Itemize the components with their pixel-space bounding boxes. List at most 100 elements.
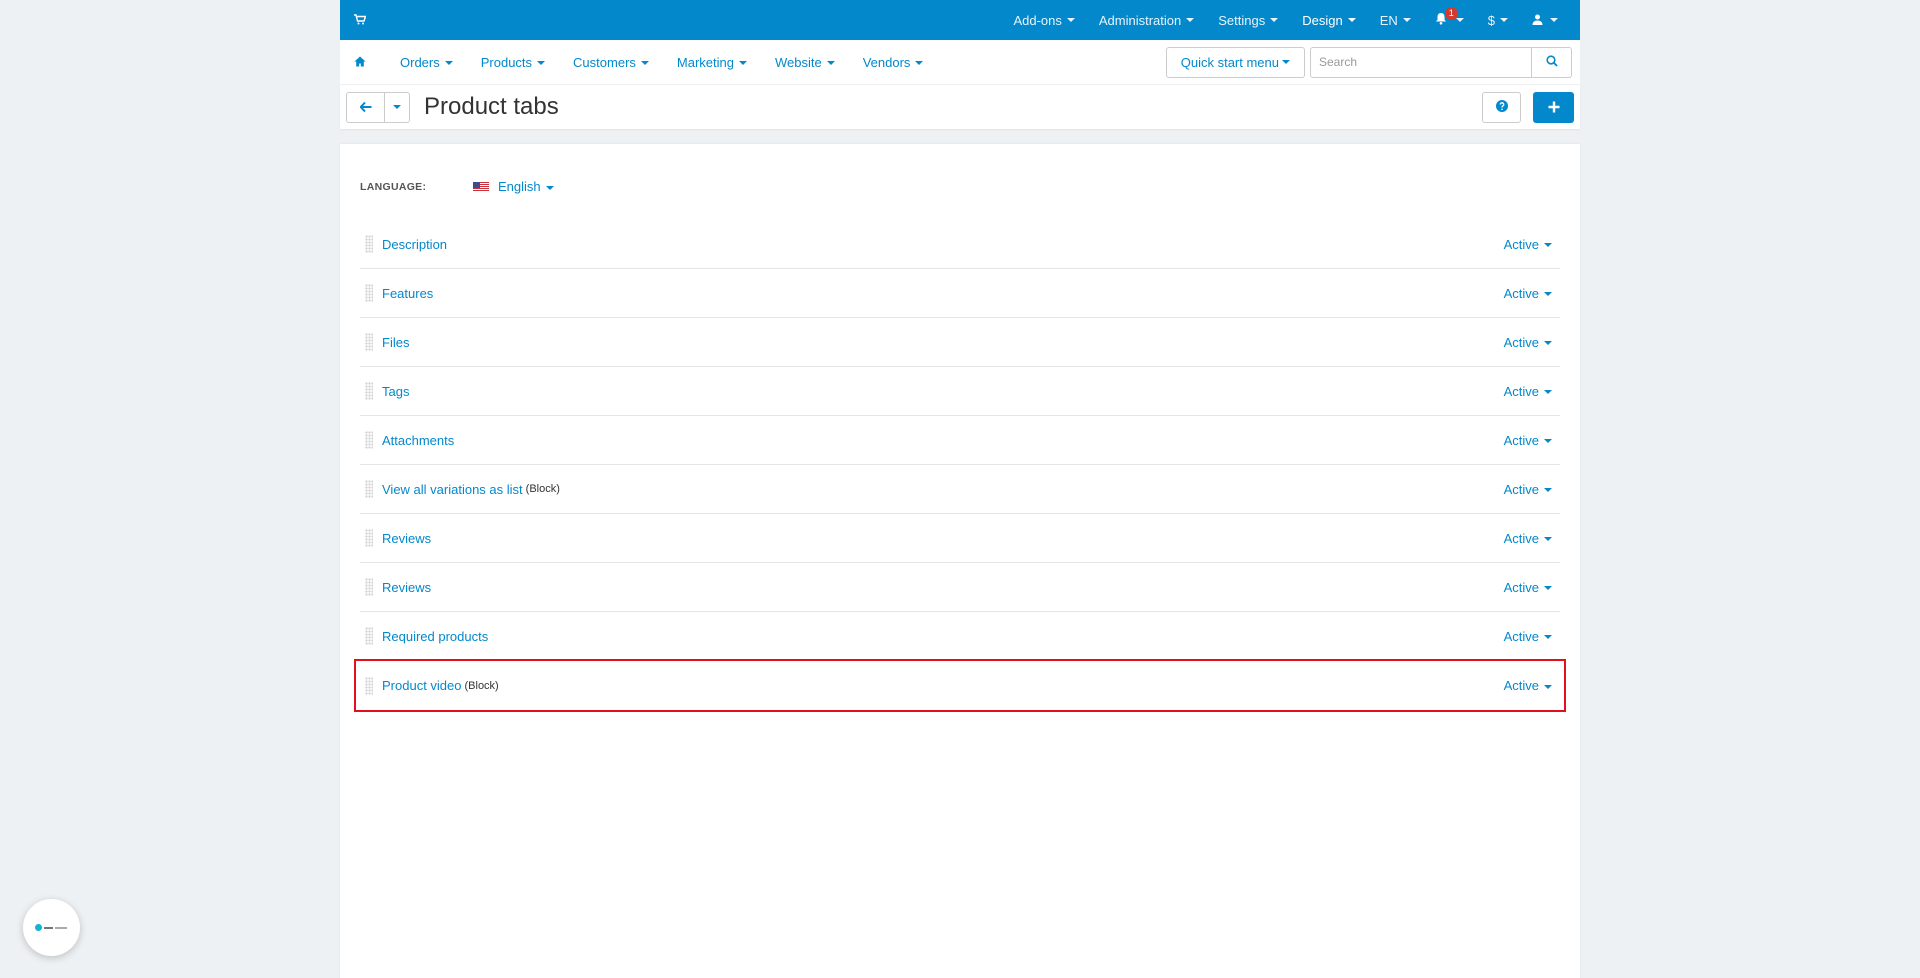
nav-orders[interactable]: Orders: [384, 55, 465, 70]
chevron-down-icon: [1347, 18, 1356, 22]
chevron-down-icon: [1544, 684, 1552, 689]
language-dropdown[interactable]: English: [498, 179, 554, 194]
list-item: Files Active: [360, 318, 1560, 367]
chevron-down-icon: [537, 61, 546, 66]
chevron-down-icon: [1066, 18, 1075, 22]
tab-name-link[interactable]: Reviews: [382, 580, 431, 595]
back-dropdown-button[interactable]: [385, 93, 409, 122]
status-dropdown[interactable]: Active: [1504, 384, 1552, 399]
drag-handle-icon[interactable]: [365, 676, 373, 695]
content-panel: LANGUAGE: English Description Active Fea…: [340, 144, 1580, 978]
drag-handle-icon[interactable]: [365, 627, 373, 645]
topnav-currency[interactable]: $: [1476, 0, 1520, 40]
tab-name-link[interactable]: Features: [382, 286, 433, 301]
drag-handle-icon[interactable]: [365, 431, 373, 449]
list-item: Tags Active: [360, 367, 1560, 416]
tabs-list: Description Active Features Active Files…: [354, 220, 1566, 712]
status-dropdown[interactable]: Active: [1504, 580, 1552, 595]
chevron-down-icon: [1544, 390, 1552, 395]
tab-name-link[interactable]: Description: [382, 237, 447, 252]
drag-handle-icon[interactable]: [365, 480, 373, 498]
chevron-down-icon: [393, 105, 401, 109]
search-button[interactable]: [1532, 46, 1572, 78]
topnav-user[interactable]: [1520, 0, 1570, 40]
status-dropdown[interactable]: Active: [1504, 237, 1552, 252]
title-bar: Product tabs: [340, 85, 1580, 129]
nav-marketing[interactable]: Marketing: [661, 55, 759, 70]
chevron-down-icon: [915, 61, 924, 66]
chevron-down-icon: [1455, 18, 1464, 22]
search-input[interactable]: [1310, 46, 1532, 78]
topnav-language[interactable]: EN: [1368, 0, 1423, 40]
chevron-down-icon: [444, 61, 453, 66]
chevron-down-icon: [1544, 586, 1552, 591]
nav-products[interactable]: Products: [465, 55, 557, 70]
list-item: Reviews Active: [360, 563, 1560, 612]
tab-name-link[interactable]: View all variations as list: [382, 482, 523, 497]
chevron-down-icon: [1544, 341, 1552, 346]
status-dropdown[interactable]: Active: [1504, 335, 1552, 350]
drag-handle-icon[interactable]: [365, 235, 373, 253]
list-item-highlighted: Product video (Block) Active: [354, 659, 1566, 712]
drag-handle-icon[interactable]: [365, 382, 373, 400]
tab-name-link[interactable]: Tags: [382, 384, 409, 399]
arrow-left-icon: [358, 100, 372, 115]
list-item: Description Active: [360, 220, 1560, 269]
page-title: Product tabs: [424, 93, 559, 120]
quick-start-menu-button[interactable]: Quick start menu: [1165, 46, 1305, 78]
chevron-down-icon: [1544, 292, 1552, 297]
topnav-settings[interactable]: Settings: [1206, 0, 1290, 40]
chevron-down-icon: [1544, 439, 1552, 444]
chevron-down-icon: [640, 61, 649, 66]
chevron-down-icon: [1544, 243, 1552, 248]
help-button[interactable]: [1482, 91, 1521, 123]
list-item: View all variations as list (Block) Acti…: [360, 465, 1560, 514]
list-item: Attachments Active: [360, 416, 1560, 465]
drag-handle-icon[interactable]: [365, 578, 373, 596]
status-dropdown[interactable]: Active: [1504, 433, 1552, 448]
nav-website[interactable]: Website: [759, 55, 847, 70]
status-dropdown[interactable]: Active: [1504, 629, 1552, 644]
nav-vendors[interactable]: Vendors: [847, 55, 936, 70]
tab-type-label: (Block): [525, 483, 560, 495]
tab-type-label: (Block): [464, 679, 499, 692]
tab-name-link[interactable]: Files: [382, 335, 409, 350]
home-icon[interactable]: [354, 55, 384, 70]
language-label: LANGUAGE:: [360, 180, 427, 193]
topnav-administration[interactable]: Administration: [1087, 0, 1206, 40]
topnav-design[interactable]: Design: [1290, 0, 1367, 40]
chevron-down-icon: [1282, 60, 1290, 64]
chevron-down-icon: [545, 185, 554, 190]
floating-help-button[interactable]: [23, 899, 80, 956]
chevron-down-icon: [1544, 537, 1552, 542]
status-dropdown[interactable]: Active: [1504, 678, 1552, 693]
chevron-down-icon: [1270, 18, 1279, 22]
cart-icon[interactable]: [354, 13, 374, 28]
status-dropdown[interactable]: Active: [1504, 286, 1552, 301]
plus-icon: [1548, 96, 1560, 119]
chevron-down-icon: [1550, 18, 1558, 22]
drag-handle-icon[interactable]: [365, 529, 373, 547]
cs-cart-logo-icon: [35, 924, 68, 931]
user-icon: [1532, 13, 1543, 28]
list-item: Required products Active: [360, 612, 1560, 661]
notification-badge: 1: [1444, 7, 1458, 20]
tab-name-link[interactable]: Reviews: [382, 531, 431, 546]
list-item: Reviews Active: [360, 514, 1560, 563]
nav-customers[interactable]: Customers: [557, 55, 661, 70]
drag-handle-icon[interactable]: [365, 333, 373, 351]
tab-name-link[interactable]: Attachments: [382, 433, 454, 448]
back-button[interactable]: [347, 92, 385, 122]
tab-name-link[interactable]: Required products: [382, 629, 488, 644]
topnav-addons[interactable]: Add-ons: [1001, 0, 1086, 40]
chevron-down-icon: [1402, 18, 1411, 22]
status-dropdown[interactable]: Active: [1504, 531, 1552, 546]
us-flag-icon: [473, 181, 489, 192]
add-tab-button[interactable]: [1533, 91, 1574, 123]
drag-handle-icon[interactable]: [365, 284, 373, 302]
chevron-down-icon: [738, 61, 747, 66]
chevron-down-icon: [826, 61, 835, 66]
tab-name-link[interactable]: Product video: [382, 678, 462, 693]
status-dropdown[interactable]: Active: [1504, 482, 1552, 497]
topnav-notifications[interactable]: 1: [1423, 0, 1476, 40]
